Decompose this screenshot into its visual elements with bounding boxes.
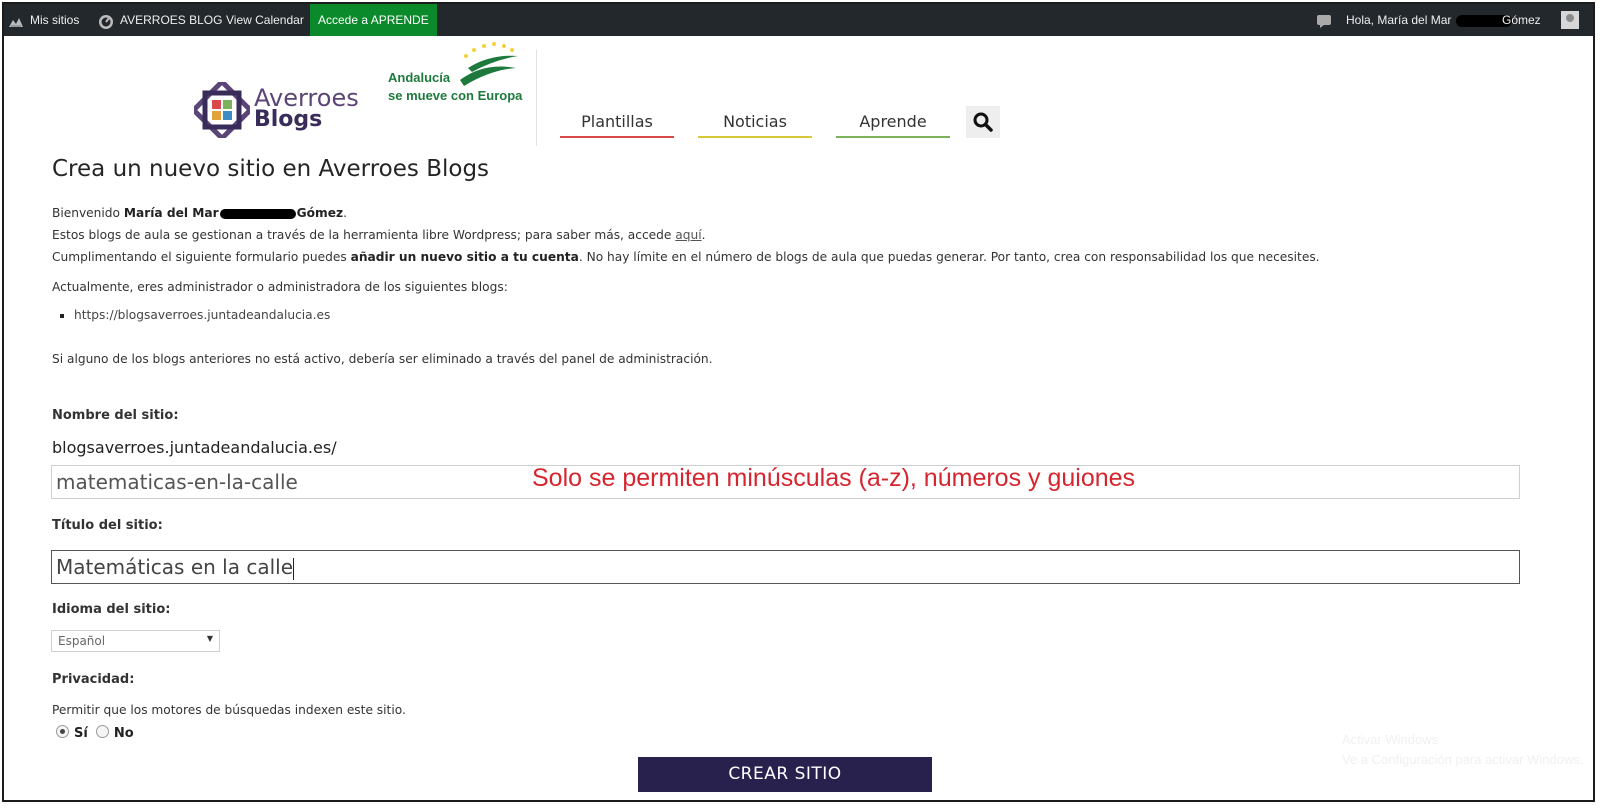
nav-noticias-label: Noticias [723, 112, 787, 131]
info-link[interactable]: aquí [675, 228, 701, 242]
redaction-mark [219, 208, 296, 219]
privacy-label: Privacidad: [52, 672, 135, 687]
nav-aprende-label: Aprende [859, 112, 927, 131]
nav-underline [560, 136, 674, 138]
inactive-note: Si alguno de los blogs anteriores no est… [52, 352, 713, 366]
nav-plantillas[interactable]: Plantillas [560, 112, 674, 138]
create-site-button[interactable]: CREAR SITIO [638, 757, 932, 792]
text-cursor [293, 557, 295, 580]
privacy-yes-radio[interactable] [56, 725, 69, 738]
aprende-link[interactable]: Accede a APRENDE [310, 4, 437, 36]
welcome-surname: Gómez [296, 206, 344, 220]
blog-url[interactable]: https://blogsaverroes.juntadeandalucia.e… [74, 308, 330, 322]
user-greeting[interactable]: Hola, María del Mar [1346, 4, 1451, 36]
europe-logo-line2: se mueve con Europa [388, 88, 523, 103]
logo-text-blogs[interactable]: Blogs [254, 107, 322, 132]
form-intro-part2: . No hay límite en el número de blogs de… [578, 250, 1320, 264]
language-select[interactable]: Español ▼ [51, 630, 220, 652]
welcome-suffix: . [343, 206, 347, 220]
privacy-yes-label[interactable]: Sí [74, 726, 88, 741]
privacy-no-label[interactable]: No [114, 726, 134, 741]
info-text: Estos blogs de aula se gestionan a travé… [52, 228, 705, 242]
site-name-hint: Solo se permiten minúsculas (a-z), númer… [532, 464, 1136, 492]
domain-prefix: blogsaverroes.juntadeandalucia.es/ [52, 438, 337, 457]
search-icon [973, 112, 993, 132]
chevron-down-icon: ▼ [206, 634, 213, 643]
averroes-logo-icon[interactable] [194, 82, 250, 138]
nav-plantillas-label: Plantillas [581, 112, 653, 131]
site-name-label: Nombre del sitio: [52, 408, 179, 423]
header-divider [536, 50, 537, 146]
form-intro: Cumplimentando el siguiente formulario p… [52, 250, 1320, 264]
site-title-label: Título del sitio: [52, 518, 163, 533]
form-intro-part1: Cumplimentando el siguiente formulario p… [52, 250, 351, 264]
browser-viewport: Mis sitios AVERROES BLOG View Calendar A… [2, 2, 1595, 802]
privacy-no-radio[interactable] [95, 725, 109, 738]
info-end: . [701, 228, 706, 242]
nav-underline [836, 136, 950, 138]
blog-list-item[interactable]: https://blogsaverroes.juntadeandalucia.e… [60, 308, 330, 322]
site-name-label: AVERROES BLOG [120, 13, 223, 27]
avatar[interactable] [1561, 11, 1579, 29]
search-button[interactable] [966, 106, 1000, 138]
site-title-value: Matemáticas en la calle [56, 555, 294, 579]
privacy-question: Permitir que los motores de búsquedas in… [52, 703, 406, 717]
sites-icon [8, 13, 24, 29]
info-body: Estos blogs de aula se gestionan a travé… [52, 228, 676, 242]
page-title: Crea un nuevo sitio en Averroes Blogs [52, 156, 490, 182]
language-label: Idioma del sitio: [52, 602, 171, 617]
privacy-radio-group: Sí No [56, 725, 142, 741]
europe-flag-logo [460, 42, 518, 86]
nav-noticias[interactable]: Noticias [698, 112, 812, 138]
nav-underline [698, 136, 812, 138]
view-calendar-link[interactable]: View Calendar [226, 4, 304, 36]
welcome-prefix: Bienvenido [52, 206, 124, 220]
my-sites-label: Mis sitios [30, 13, 80, 27]
welcome-name: María del Mar [123, 206, 219, 220]
europe-logo-line1: Andalucía [388, 70, 451, 85]
welcome-text: Bienvenido María del Mar Gómez. [52, 206, 347, 220]
windows-watermark-line1: Activar Windows [1342, 732, 1439, 747]
my-sites-menu[interactable]: Mis sitios [8, 4, 79, 36]
comment-icon[interactable] [1316, 4, 1332, 36]
language-value: Español [58, 634, 106, 648]
admin-bar: Mis sitios AVERROES BLOG View Calendar A… [4, 4, 1593, 36]
form-intro-bold: añadir un nuevo sitio a tu cuenta [350, 250, 579, 264]
nav-aprende[interactable]: Aprende [836, 112, 950, 138]
dashboard-icon [98, 13, 114, 29]
windows-watermark-line2: Ve a Configuración para activar Windows. [1342, 752, 1584, 767]
site-name-menu[interactable]: AVERROES BLOG [98, 4, 222, 36]
admin-of-text: Actualmente, eres administrador o admini… [52, 280, 508, 294]
site-title-input[interactable]: Matemáticas en la calle [51, 550, 1520, 584]
user-surname[interactable]: Gómez [1502, 4, 1541, 36]
